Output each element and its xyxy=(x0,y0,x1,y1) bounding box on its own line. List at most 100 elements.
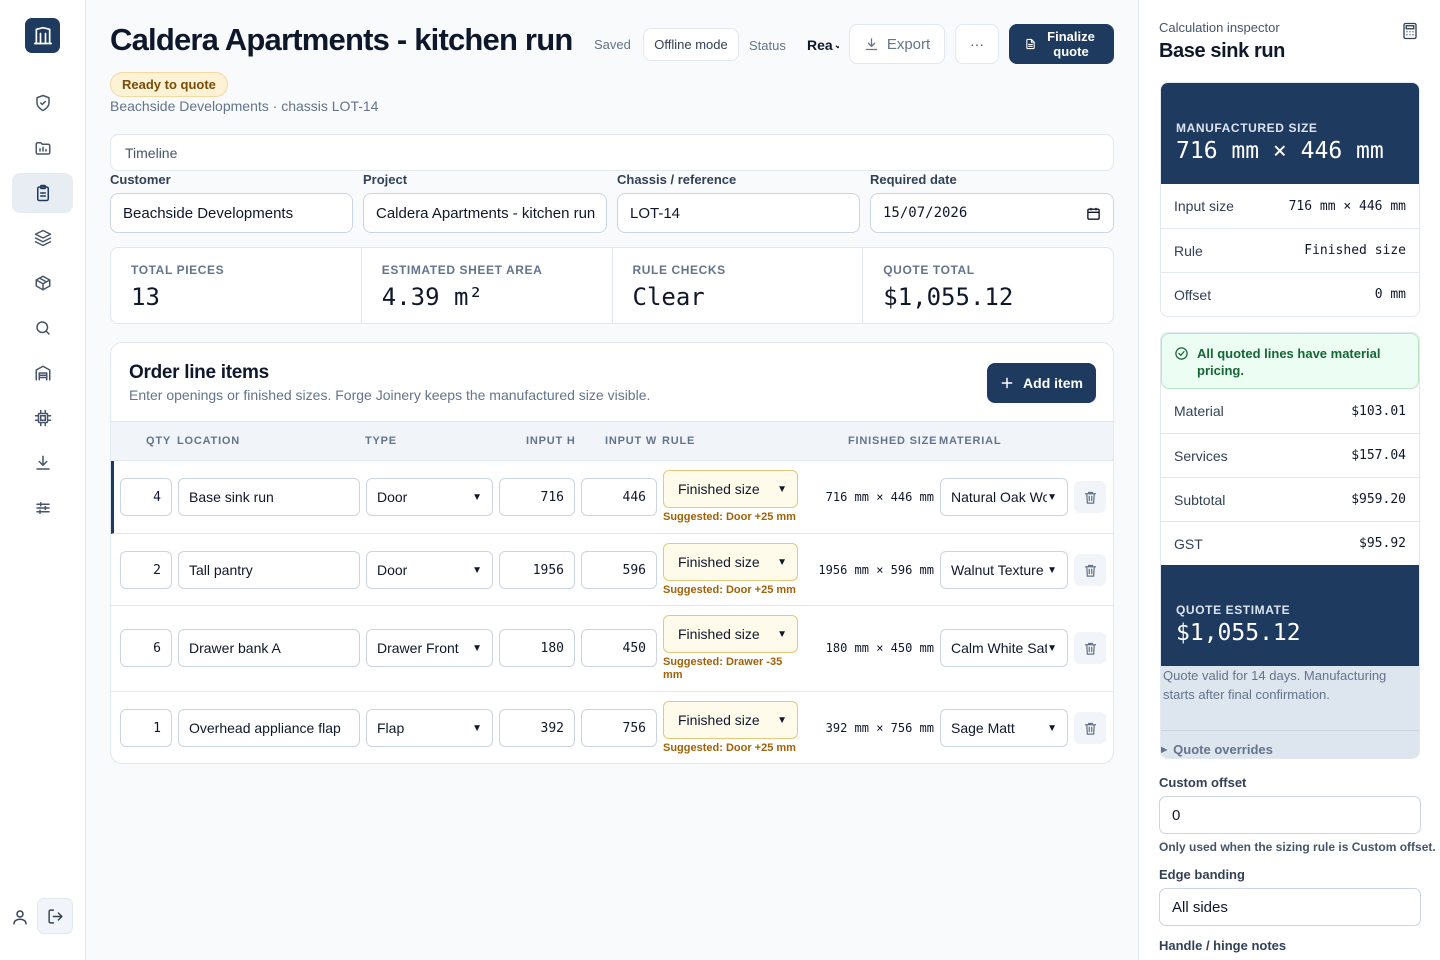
delete-row-button[interactable] xyxy=(1074,632,1106,664)
custom-offset-field[interactable]: 0 xyxy=(1159,796,1421,834)
chevron-down-icon: ⌄ xyxy=(833,40,839,51)
sidebar-item-compliance[interactable] xyxy=(12,83,73,123)
logout-icon[interactable] xyxy=(37,898,73,934)
input-h-field[interactable]: 1956 xyxy=(499,551,575,589)
qty-input[interactable]: 2 xyxy=(120,551,172,589)
calendar-icon[interactable] xyxy=(1086,206,1101,221)
manufactured-size-value: 716 mm × 446 mm xyxy=(1176,138,1384,164)
rule-suggestion: Suggested: Door +25 mm xyxy=(663,584,796,596)
offline-mode-toggle[interactable]: Offline mode xyxy=(643,28,739,61)
export-button[interactable]: Export xyxy=(849,24,945,64)
rule-select[interactable]: Finished size ▼ xyxy=(663,543,798,581)
location-input[interactable]: Base sink run xyxy=(178,478,360,516)
location-input[interactable]: Drawer bank A xyxy=(178,629,360,667)
material-select[interactable]: Sage Matt ▼ xyxy=(940,709,1068,747)
rule-select[interactable]: Finished size ▼ xyxy=(663,701,798,739)
location-input[interactable]: Tall pantry xyxy=(178,551,360,589)
edge-banding-select[interactable]: All sides xyxy=(1159,888,1421,926)
input-w-field[interactable]: 756 xyxy=(581,709,657,747)
calculator-icon[interactable] xyxy=(1401,21,1419,41)
app-logo[interactable] xyxy=(25,18,60,53)
quote-overrides-toggle[interactable]: ▶ Quote overrides xyxy=(1161,730,1419,758)
chevron-down-icon: ▼ xyxy=(472,642,482,654)
rule-value: Finished size xyxy=(678,626,760,642)
input-w-field[interactable]: 446 xyxy=(581,478,657,516)
customer-field[interactable]: Beachside Developments xyxy=(110,193,353,233)
input-w-field[interactable]: 596 xyxy=(581,551,657,589)
type-select[interactable]: Door ▼ xyxy=(366,478,493,516)
project-field[interactable]: Caldera Apartments - kitchen run xyxy=(363,193,607,233)
table-row[interactable]: 1 Overhead appliance flap Flap ▼ 392 756 … xyxy=(111,692,1113,763)
stat-quote-total: QUOTE TOTAL $1,055.12 xyxy=(863,248,1113,323)
column-header: INPUT H xyxy=(526,435,576,447)
sidebar-item-materials[interactable] xyxy=(12,218,73,258)
page-title: Caldera Apartments - kitchen run xyxy=(110,22,573,57)
location-input[interactable]: Overhead appliance flap xyxy=(178,709,360,747)
handle-notes-label: Handle / hinge notes xyxy=(1159,938,1287,953)
rule-value: Finished size xyxy=(678,712,760,728)
delete-row-button[interactable] xyxy=(1074,481,1106,513)
user-icon[interactable] xyxy=(11,908,29,926)
type-select[interactable]: Drawer Front ▼ xyxy=(366,629,493,667)
status-label: Status xyxy=(749,38,786,53)
rule-select[interactable]: Finished size ▼ xyxy=(663,470,798,508)
material-select[interactable]: Natural Oak Woodmatt▼ xyxy=(940,478,1068,516)
material-select[interactable]: Walnut Texture ▼ xyxy=(940,551,1068,589)
qty-input[interactable]: 6 xyxy=(120,629,172,667)
type-select[interactable]: Flap ▼ xyxy=(366,709,493,747)
chevron-down-icon: ▼ xyxy=(777,483,787,495)
sidebar-item-machines[interactable] xyxy=(12,398,73,438)
chevron-down-icon: ▼ xyxy=(1047,642,1057,654)
inspector-key: Offset xyxy=(1174,286,1212,303)
sidebar-item-downloads[interactable] xyxy=(12,443,73,483)
material-select[interactable]: Calm White Satin▼ xyxy=(940,629,1068,667)
edge-banding-label: Edge banding xyxy=(1159,867,1245,882)
table-row[interactable]: 6 Drawer bank A Drawer Front ▼ 180 450 Fi… xyxy=(111,606,1113,692)
column-header: RULE xyxy=(662,435,696,447)
check-circle-icon xyxy=(1174,346,1189,361)
sidebar xyxy=(0,0,86,960)
column-header: QTY xyxy=(146,435,172,447)
timeline-panel[interactable]: Timeline xyxy=(110,134,1114,171)
chassis-field[interactable]: LOT-14 xyxy=(617,193,860,233)
delete-row-button[interactable] xyxy=(1074,554,1106,586)
quote-estimate: QUOTE ESTIMATE $1,055.12 xyxy=(1161,565,1419,666)
building-icon xyxy=(33,26,53,46)
rule-value: Finished size xyxy=(678,481,760,497)
input-h-field[interactable]: 716 xyxy=(499,478,575,516)
status-select[interactable]: Rea ⌄ xyxy=(807,37,839,53)
inspector-row: Input size 716 mm × 446 mm xyxy=(1161,184,1419,228)
required-date-field[interactable]: 15/07/2026 xyxy=(870,193,1114,233)
sidebar-item-warehouse[interactable] xyxy=(12,353,73,393)
inspector-value: Finished size xyxy=(1304,243,1406,258)
chevron-down-icon: ▼ xyxy=(777,714,787,726)
rule-value: Finished size xyxy=(678,554,760,570)
more-actions-button[interactable]: ··· xyxy=(955,24,999,64)
table-row[interactable]: 4 Base sink run Door ▼ 716 446 Finished s… xyxy=(111,461,1113,534)
warehouse-icon xyxy=(34,364,52,382)
trash-icon xyxy=(1083,641,1098,656)
trash-icon xyxy=(1083,490,1098,505)
sidebar-item-products[interactable] xyxy=(12,263,73,303)
cost-key: Material xyxy=(1174,403,1224,419)
sidebar-item-projects[interactable] xyxy=(12,128,73,168)
sidebar-item-quotes[interactable] xyxy=(12,173,73,213)
rule-select[interactable]: Finished size ▼ xyxy=(663,615,798,653)
sidebar-item-settings[interactable] xyxy=(12,488,73,528)
finalize-quote-button[interactable]: Finalize quote xyxy=(1009,24,1114,64)
order-subtitle: Enter openings or finished sizes. Forge … xyxy=(129,387,651,403)
summary-stats: TOTAL PIECES 13 ESTIMATED SHEET AREA 4.3… xyxy=(110,247,1114,324)
input-w-field[interactable]: 450 xyxy=(581,629,657,667)
qty-input[interactable]: 4 xyxy=(120,478,172,516)
sidebar-item-search[interactable] xyxy=(12,308,73,348)
cost-row: GST $95.92 xyxy=(1161,521,1419,565)
qty-input[interactable]: 1 xyxy=(120,709,172,747)
stat-rule-checks: RULE CHECKS Clear xyxy=(613,248,864,323)
inspector-title: Base sink run xyxy=(1159,40,1285,62)
input-h-field[interactable]: 392 xyxy=(499,709,575,747)
delete-row-button[interactable] xyxy=(1074,712,1106,744)
type-select[interactable]: Door ▼ xyxy=(366,551,493,589)
input-h-field[interactable]: 180 xyxy=(499,629,575,667)
table-row[interactable]: 2 Tall pantry Door ▼ 1956 596 Finished si… xyxy=(111,534,1113,606)
add-item-button[interactable]: Add item xyxy=(987,363,1096,403)
